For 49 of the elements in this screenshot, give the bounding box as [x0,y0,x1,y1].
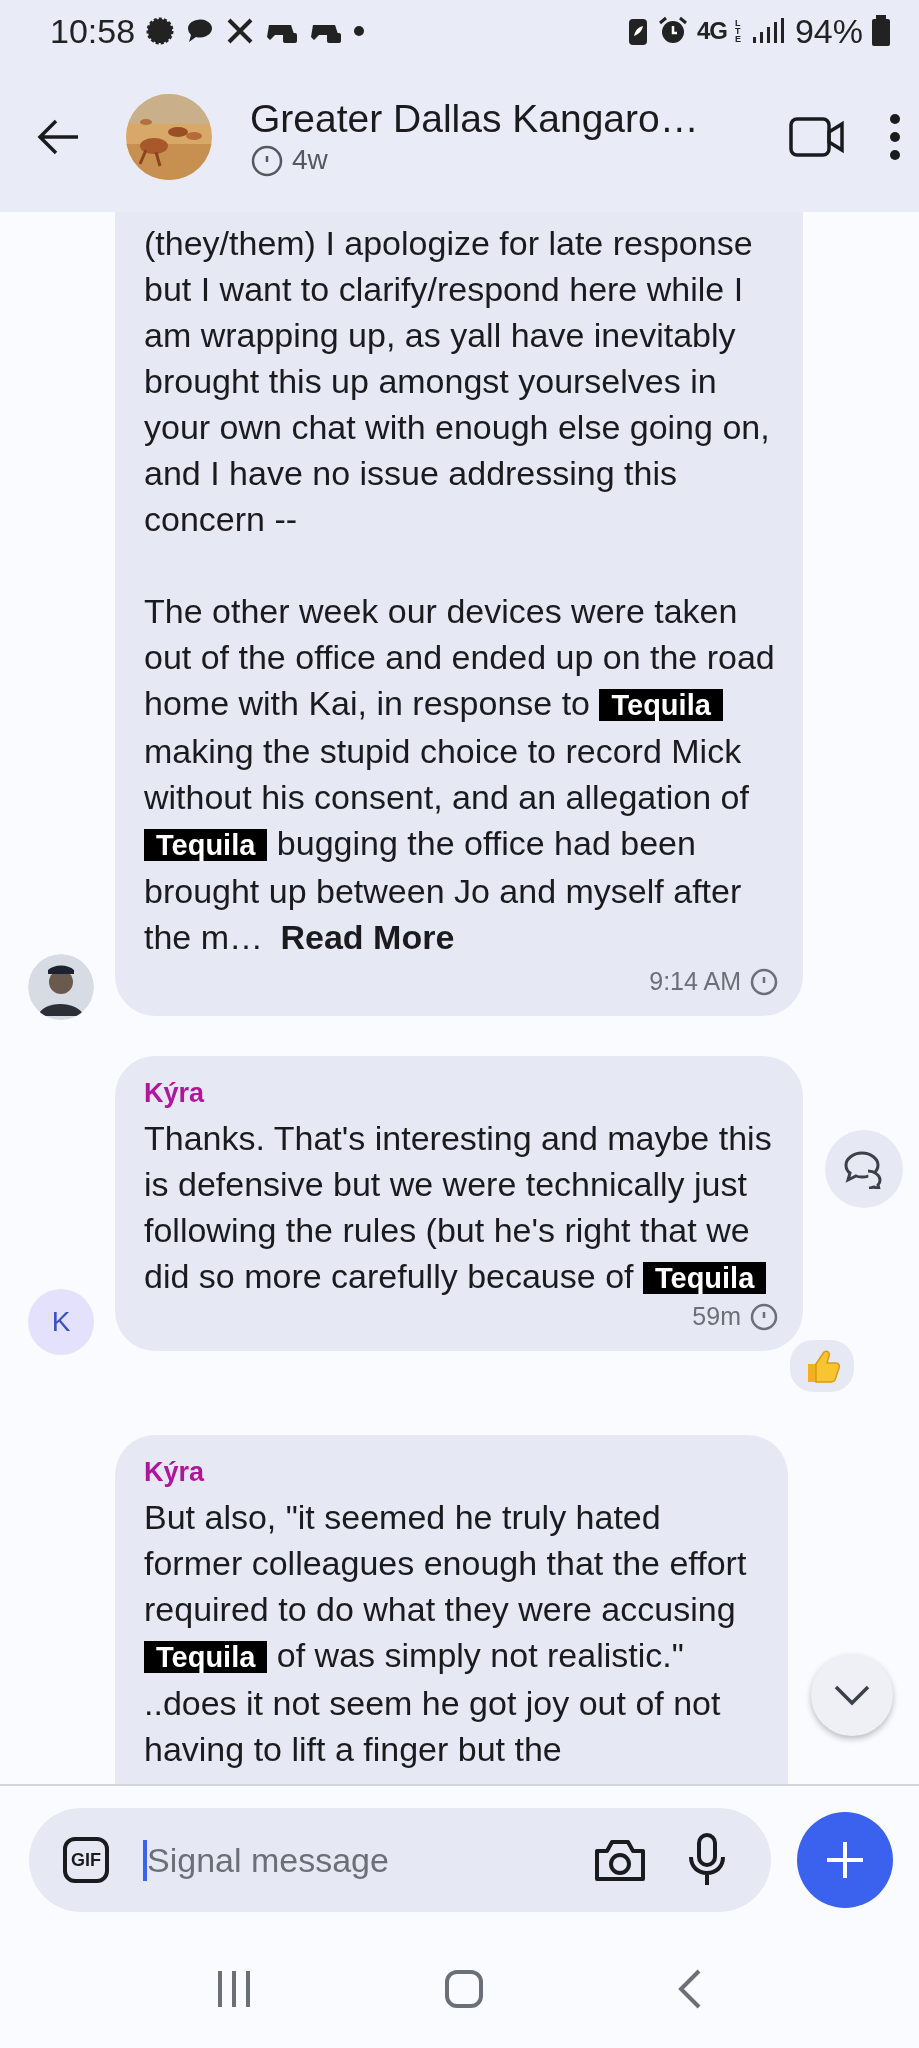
mention-tag[interactable]: Tequila [144,829,268,861]
sender-name: Kýra [144,1457,205,1488]
microphone-button[interactable] [687,1833,727,1887]
scroll-down-button[interactable] [811,1654,893,1736]
timer-label: 4w [292,144,328,176]
avatar-initial[interactable]: K [28,1289,94,1355]
mention-tag[interactable]: Tequila [642,1262,767,1294]
home-button[interactable] [444,1969,485,2009]
battery-saver-icon [626,16,649,46]
back-arrow-icon [36,119,80,155]
mention-tag[interactable]: Tequila [144,1641,268,1673]
gif-button[interactable]: GIF [63,1837,109,1883]
network-subtype: LTE [734,19,742,43]
mention-tag[interactable]: Tequila [599,689,723,721]
message-time: 9:14 AM [649,966,741,996]
plus-icon [825,1840,865,1880]
message-text: The other week our devices were taken out of the office and ended up on the road home with Kai, in response to Tequila making the stupid choice to record Mick without his consent, and an allegation of Tequila bugging the office had been brought up between Jo and myself after the m… Read More [144,591,776,958]
clock-time: 10:58 [50,11,136,51]
battery-icon [871,15,891,47]
message-text: Thanks. That's interesting and maybe this is defensive but we were technically just following the rules (but he's right that we did so more carefully because of Tequila [144,1118,773,1297]
read-more-link[interactable]: Read More [280,918,455,956]
more-button[interactable] [889,114,901,160]
back-icon [676,1968,703,2010]
microphone-icon [687,1833,727,1887]
video-call-button[interactable] [789,116,845,158]
recent-apps-button[interactable] [216,1969,253,2009]
chat-title: Greater Dallas Kangaro… [250,97,700,141]
message-time: 59m [692,1301,741,1331]
recent-apps-icon [216,1969,253,2009]
avatar-icon [28,954,94,1020]
back-button[interactable] [36,119,80,155]
network-type: 4G [696,17,727,45]
more-icon [889,114,901,160]
timer-icon [250,143,284,177]
notification-dot-icon [353,25,366,37]
timer-icon [749,1301,779,1331]
chevron-down-icon [832,1683,872,1707]
message-text: (they/them) I apologize for late response but I want to clarify/respond here while I am wrapping up, as yall have inevitably brought this up amongst yourselves in your own chat with enough else going on, and I have no issue addressing this concern -- [144,223,771,540]
signal-icon [750,17,787,45]
camera-icon [593,1837,647,1883]
message-input[interactable]: Signal message [143,1839,593,1881]
camera-button[interactable] [593,1837,647,1883]
home-icon [444,1969,485,2009]
sender-name: Kýra [144,1078,205,1109]
video-camera-icon [789,116,845,158]
timer-icon [749,966,779,996]
message-text: But also, "it seemed he truly hated former colleagues enough that the effort required to do what they were accusing Tequila of was simply not realistic." ..does it not seem he got joy out of not having to lift a finger but the [144,1497,748,1770]
system-back-button[interactable] [676,1968,703,2010]
battery-percent: 94% [794,11,863,51]
